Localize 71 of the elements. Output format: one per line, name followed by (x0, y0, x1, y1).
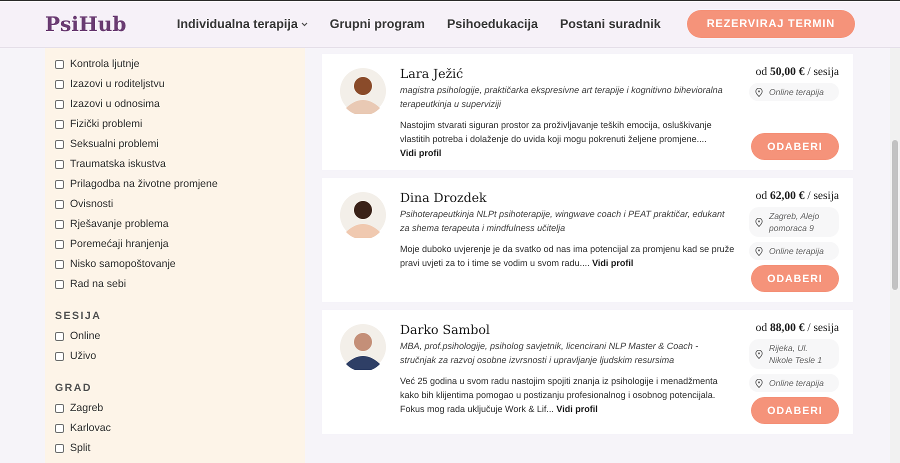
therapist-name: Darko Sambol (400, 322, 491, 337)
avatar-icon (340, 192, 386, 238)
filter-label[interactable]: Zagreb (70, 402, 104, 414)
location-pin-icon (755, 218, 763, 226)
avatar-icon (340, 324, 386, 370)
scrollbar-thumb[interactable] (892, 140, 898, 290)
therapist-name: Dina Drozdek (400, 190, 488, 205)
nav-link[interactable]: Psihoedukacija (446, 17, 538, 31)
filter-label[interactable]: Ovisnosti (70, 198, 114, 210)
filter-heading: GRAD (55, 382, 93, 394)
checkbox[interactable] (55, 332, 64, 340)
checkbox[interactable] (55, 160, 64, 168)
therapist-credentials: Psihoterapeutkinja NLPt psihoterapije, wingwave coach i PEAT praktičar, edukant za shema terapeuta i mindfulness učitelja (400, 208, 726, 235)
checkbox[interactable] (55, 60, 64, 68)
filter-label[interactable]: Karlovac (70, 422, 111, 434)
filter-label[interactable]: Nisko samopoštovanje (70, 258, 176, 270)
filter-label[interactable]: Kontrola ljutnje (70, 58, 140, 70)
location-tag: Rijeka, Ul. Nikole Tesle 1 (749, 339, 839, 369)
profile-link[interactable]: Vidi profil (556, 404, 598, 414)
filter-label[interactable]: Fizički problemi (70, 118, 142, 130)
checkbox[interactable] (55, 280, 64, 288)
checkbox[interactable] (55, 352, 64, 360)
location-tag: Online terapija (749, 374, 839, 392)
checkbox[interactable] (55, 444, 64, 452)
checkbox[interactable] (55, 100, 64, 108)
session-price: od 88,00 € / sesija (756, 322, 839, 334)
location-pin-icon (755, 246, 763, 256)
therapist-bio: Moje duboko uvjerenje je da svatko od nas ima potencijal za promjenu kad se pruže pravi uvjeti za to i time se vodim u svom radu.... Vidi profil (400, 243, 735, 270)
filter-label[interactable]: Izazovi u roditeljstvu (70, 78, 165, 90)
filter-label[interactable]: Uživo (70, 350, 96, 362)
profile-link[interactable]: Vidi profil (400, 148, 442, 158)
checkbox[interactable] (55, 200, 64, 208)
filter-label[interactable]: Prilagodba na životne promjene (70, 178, 218, 190)
checkbox[interactable] (55, 140, 64, 148)
therapist-credentials: MBA, prof.psihologije, psiholog savjetnik, licencirani NLP Master & Coach - stručnjak za razvoj osobne izvrsnosti i upravljanje ljudskim resursima (400, 340, 700, 367)
scrollbar[interactable] (890, 48, 900, 463)
nav-link[interactable]: Grupni program (330, 17, 425, 31)
filter-label[interactable]: Poremećaji hranjenja (70, 238, 169, 250)
filter-label[interactable]: Online (70, 330, 100, 342)
session-price: od 62,00 € / sesija (756, 190, 839, 202)
avatar-icon (340, 68, 386, 114)
profile-link[interactable]: Vidi profil (592, 258, 634, 268)
therapist-bio: Već 25 godina u svom radu nastojim spojiti znanja iz psihologije i menadžmenta kako bih klijentima pomogao u postizanju profesionalnog i osobnog potencijala. Fokus mog rada uključuje Work & Lif... Vidi profil (400, 375, 719, 416)
therapist-credentials: magistra psihologije, praktičarka ekspresivne art terapije i kognitivno bihevioralna terapeutkinja u superviziji (400, 84, 724, 111)
checkbox[interactable] (55, 240, 64, 248)
checkbox[interactable] (55, 404, 64, 412)
logo[interactable]: PsiHub (45, 12, 126, 36)
nav-link[interactable]: Postani suradnik (560, 17, 661, 31)
therapist-bio: Nastojim stvarati siguran prostor za proživljavanje teških emocija, osluškivanje vlastitih potreba i dolaženje do uvida koji mogu pokrenuti željene promjene.... Vidi profil (400, 119, 713, 160)
location-pin-icon (755, 88, 763, 96)
location-pin-icon (755, 378, 763, 388)
location-tag: Online terapija (749, 242, 839, 260)
filter-label[interactable]: Traumatska iskustva (70, 158, 166, 170)
location-tag: Zagreb, Alejo pomoraca 9 (749, 207, 839, 237)
filter-label[interactable]: Seksualni problemi (70, 138, 159, 150)
filter-heading: SESIJA (55, 310, 102, 322)
checkbox[interactable] (55, 80, 64, 88)
location-pin-icon (755, 350, 763, 358)
filter-label[interactable]: Rješavanje problema (70, 218, 169, 230)
location-tag: Online terapija (749, 83, 839, 101)
session-price: od 50,00 € / sesija (756, 66, 839, 78)
checkbox[interactable] (55, 220, 64, 228)
filter-label[interactable]: Izazovi u odnosima (70, 98, 160, 110)
nav-link[interactable]: Individualna terapija (176, 17, 308, 31)
checkbox[interactable] (55, 260, 64, 268)
therapist-name: Lara Ježić (400, 66, 464, 81)
filter-label[interactable]: Rad na sebi (70, 278, 126, 290)
filter-label[interactable]: Split (70, 442, 90, 454)
checkbox[interactable] (55, 120, 64, 128)
checkbox[interactable] (55, 424, 64, 432)
checkbox[interactable] (55, 180, 64, 188)
